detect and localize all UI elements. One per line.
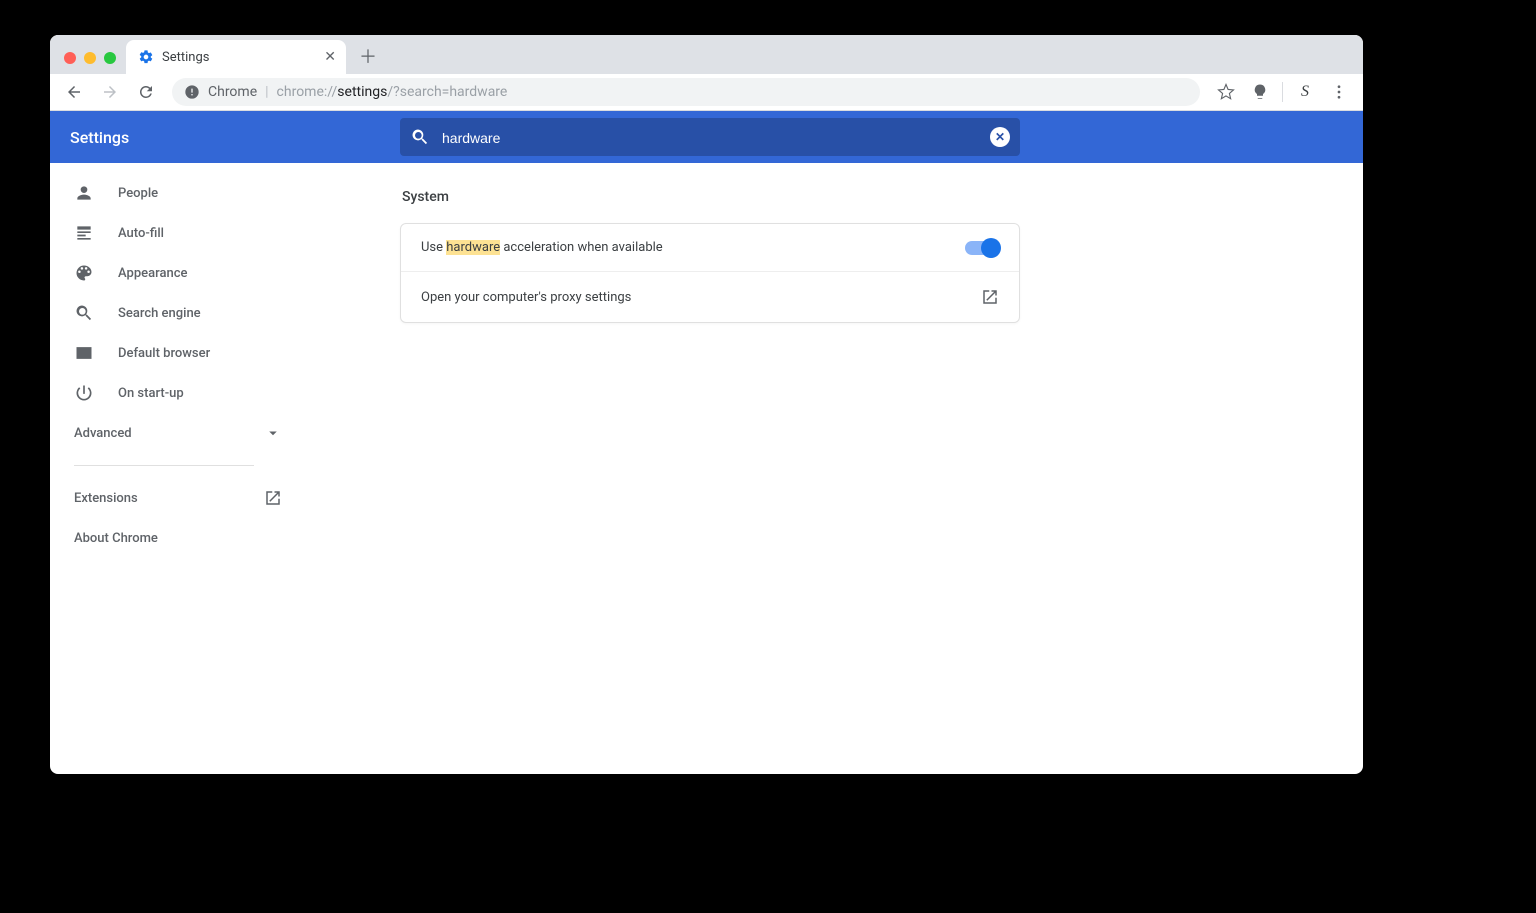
settings-header: Settings ✕ [50,111,1363,163]
sidebar-advanced-label: Advanced [74,426,132,441]
gear-icon [138,49,154,65]
sidebar-item-label: Appearance [118,266,187,281]
search-input[interactable] [442,130,978,146]
sidebar-item-searchengine[interactable]: Search engine [50,293,306,333]
tab-strip: Settings ✕ ＋ [50,35,1363,74]
address-bar[interactable]: Chrome | chrome://settings/?search=hardw… [172,78,1200,106]
sidebar-item-label: On start-up [118,386,184,401]
close-window-button[interactable] [64,52,76,64]
window-controls [58,52,126,74]
sidebar-about-label: About Chrome [74,531,158,546]
setting-hardware-acceleration: Use hardware acceleration when available [401,224,1019,271]
section-title: System [400,189,1020,205]
toolbar-divider [1282,82,1283,102]
toolbar-right: S [1210,76,1355,108]
browser-tab[interactable]: Settings ✕ [126,40,346,74]
setting-label: Open your computer's proxy settings [421,290,631,305]
sidebar-divider [74,465,254,466]
settings-body: People Auto-fill Appearance Search engin… [50,163,1363,774]
browser-menu-button[interactable] [1323,76,1355,108]
setting-proxy-settings[interactable]: Open your computer's proxy settings [401,271,1019,322]
sidebar-item-label: Search engine [118,306,201,321]
clear-search-button[interactable]: ✕ [990,127,1010,147]
bookmark-button[interactable] [1210,76,1242,108]
external-link-icon [264,489,282,507]
sidebar-item-label: Default browser [118,346,210,361]
sidebar-advanced[interactable]: Advanced [50,413,306,453]
sidebar-item-label: Auto-fill [118,226,164,241]
search-icon [74,303,94,323]
omnibox-separator: | [265,84,268,100]
sidebar-item-extensions[interactable]: Extensions [50,478,306,518]
sidebar-item-about[interactable]: About Chrome [50,518,306,558]
sidebar-item-autofill[interactable]: Auto-fill [50,213,306,253]
sidebar-item-appearance[interactable]: Appearance [50,253,306,293]
search-icon [410,127,430,147]
setting-label: Use hardware acceleration when available [421,240,663,255]
forward-button[interactable] [94,76,126,108]
form-icon [74,223,94,243]
settings-search[interactable]: ✕ [400,118,1020,156]
palette-icon [74,263,94,283]
omnibox-url: chrome://settings/?search=hardware [277,84,508,100]
sidebar: People Auto-fill Appearance Search engin… [50,163,306,774]
person-icon [74,183,94,203]
back-button[interactable] [58,76,90,108]
extension-bulb-icon[interactable] [1244,76,1276,108]
sidebar-item-label: People [118,186,158,201]
sidebar-extensions-label: Extensions [74,491,138,506]
power-icon [74,383,94,403]
external-link-icon [981,288,999,306]
browser-window: Settings ✕ ＋ Chrome | chrome://settings/… [50,35,1363,774]
settings-content: System Use hardware acceleration when av… [306,163,1363,774]
minimize-window-button[interactable] [84,52,96,64]
page-title: Settings [70,128,400,147]
sidebar-item-onstartup[interactable]: On start-up [50,373,306,413]
sidebar-item-people[interactable]: People [50,173,306,213]
sidebar-item-defaultbrowser[interactable]: Default browser [50,333,306,373]
browser-icon [74,343,94,363]
chevron-down-icon [264,424,282,442]
omnibox-prefix: Chrome [208,84,257,100]
new-tab-button[interactable]: ＋ [354,42,382,70]
settings-card: Use hardware acceleration when available… [400,223,1020,323]
extension-s-icon[interactable]: S [1289,76,1321,108]
toggle-hardware-acceleration[interactable] [965,241,999,255]
site-info-icon [184,84,200,100]
close-tab-button[interactable]: ✕ [324,49,336,65]
toolbar: Chrome | chrome://settings/?search=hardw… [50,74,1363,111]
maximize-window-button[interactable] [104,52,116,64]
reload-button[interactable] [130,76,162,108]
tab-title: Settings [162,50,209,65]
